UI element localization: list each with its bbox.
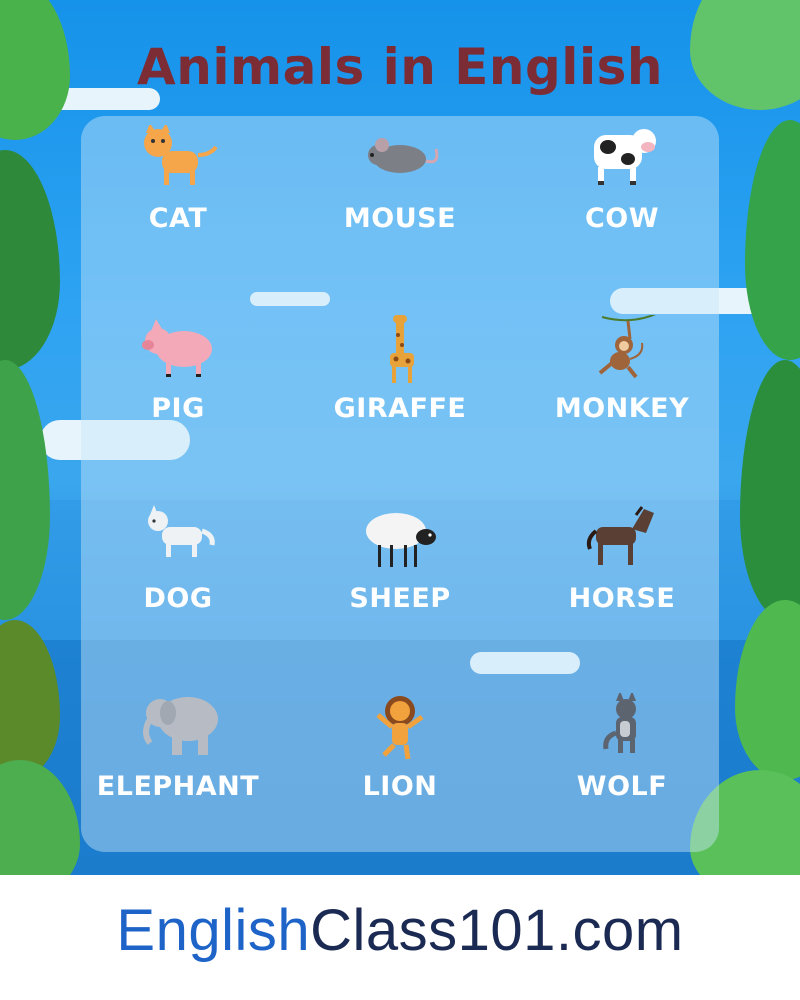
animal-horse: HORSE [522, 505, 722, 635]
animal-label: GIRAFFE [333, 393, 467, 424]
cow-icon [594, 129, 656, 185]
brand-class: Class101.com [310, 898, 684, 963]
animal-label: LION [362, 771, 438, 802]
animal-label: WOLF [576, 771, 668, 802]
animal-label: PIG [151, 393, 205, 424]
pig-icon [142, 319, 212, 377]
animal-label: MOUSE [343, 203, 457, 234]
animal-dog: DOG [78, 505, 278, 635]
giraffe-icon [390, 315, 414, 383]
animal-label: DOG [143, 583, 213, 614]
elephant-icon [143, 697, 218, 755]
wolf-icon [603, 693, 636, 753]
cat-icon [144, 125, 218, 185]
animal-label: HORSE [568, 583, 676, 614]
brand-logo: EnglishClass101.com [0, 897, 800, 964]
poster: Animals in English CAT MOUSE COW PIG GIR… [0, 0, 800, 1000]
animal-monkey: MONKEY [522, 315, 722, 445]
monkey-icon [598, 315, 656, 379]
animal-label: SHEEP [349, 583, 451, 614]
leaf [0, 150, 60, 370]
footer: EnglishClass101.com [0, 875, 800, 1000]
page-title: Animals in English [137, 38, 663, 96]
animal-giraffe: GIRAFFE [300, 315, 500, 445]
mouse-icon [368, 138, 439, 173]
animal-label: MONKEY [554, 393, 690, 424]
sheep-icon [366, 513, 436, 567]
animal-lion: LION [300, 693, 500, 823]
animal-sheep: SHEEP [300, 505, 500, 635]
animal-wolf: WOLF [522, 693, 722, 823]
animal-cow: COW [522, 125, 722, 255]
brand-english: English [116, 898, 311, 963]
animal-label: CAT [148, 203, 208, 234]
animal-label: COW [584, 203, 660, 234]
dog-icon [148, 505, 215, 557]
animal-cat: CAT [78, 125, 278, 255]
leaf [740, 360, 800, 620]
lion-icon [376, 696, 424, 760]
animal-pig: PIG [78, 315, 278, 445]
leaf [745, 120, 800, 360]
animal-label: ELEPHANT [96, 771, 260, 802]
horse-icon [586, 506, 654, 565]
jungle-background: Animals in English CAT MOUSE COW PIG GIR… [0, 0, 800, 875]
animal-mouse: MOUSE [300, 125, 500, 255]
animal-elephant: ELEPHANT [78, 693, 278, 823]
